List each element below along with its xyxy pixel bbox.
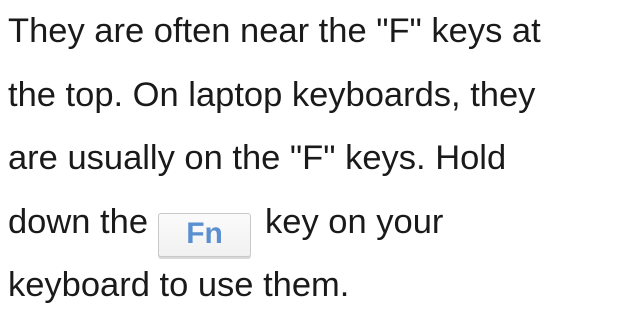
paragraph-line-2: the top. On laptop keyboards, they (8, 75, 536, 114)
paragraph-line-3: are usually on the "F" keys. Hold (8, 139, 507, 178)
fn-key-badge: Fn (158, 212, 252, 257)
paragraph-line-4: down the Fn key on your (8, 191, 630, 257)
instruction-paragraph: They are often near the "F" keys at the … (8, 0, 630, 318)
paragraph-line-4-start: down the (8, 202, 149, 241)
paragraph-line-1: They are often near the "F" keys at (8, 12, 541, 50)
paragraph-line-4-end: key on your (265, 202, 444, 241)
paragraph-line-5: keyboard to use them. (8, 266, 350, 305)
